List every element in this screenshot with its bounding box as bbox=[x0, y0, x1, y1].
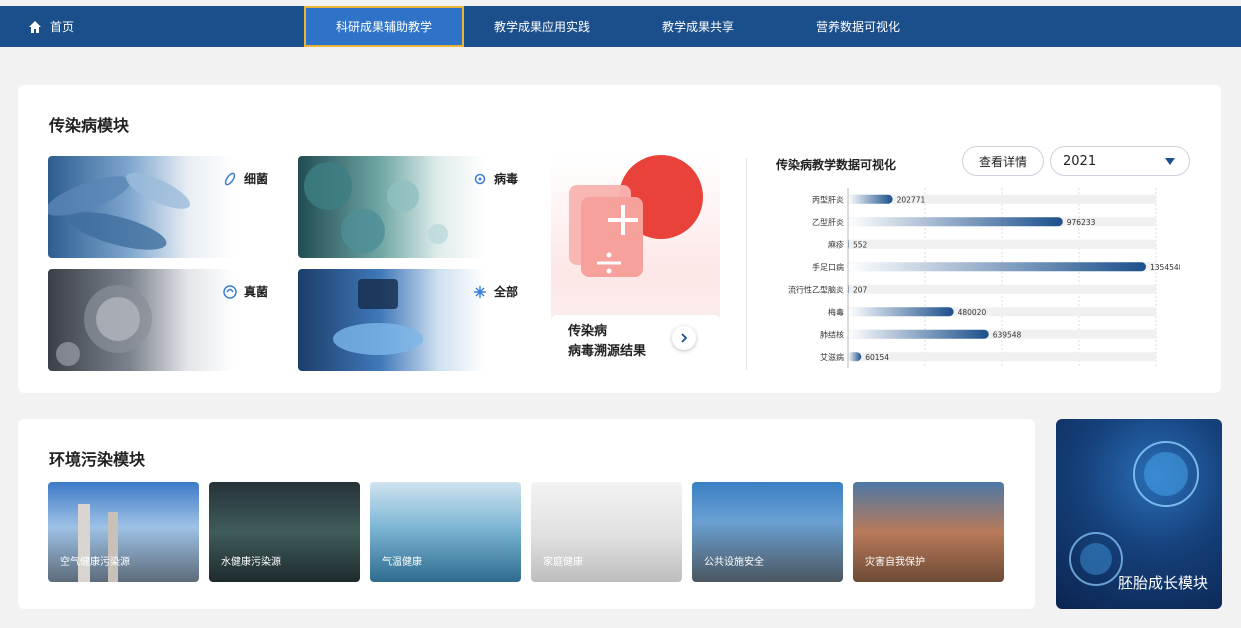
fungus-icon bbox=[223, 284, 237, 299]
category-label: 手足口病 bbox=[812, 262, 844, 272]
home-label: 首页 bbox=[50, 20, 75, 34]
nav-item-research[interactable]: 科研成果辅助教学 bbox=[304, 6, 464, 47]
chart-title: 传染病教学数据可视化 bbox=[776, 158, 897, 172]
embryo-label: 胚胎成长模块 bbox=[1117, 574, 1208, 592]
tile-virus[interactable]: 病毒 bbox=[298, 156, 532, 258]
tile-fungus[interactable]: 真菌 bbox=[48, 269, 282, 371]
caret-down-icon bbox=[1165, 158, 1175, 165]
infection-title: 传染病模块 bbox=[49, 116, 130, 135]
value-label: 60154 bbox=[865, 353, 889, 362]
env-tile-temperature[interactable]: 气温健康 bbox=[370, 482, 521, 582]
bar bbox=[848, 217, 1063, 227]
view-detail-button[interactable]: 查看详情 bbox=[962, 146, 1044, 176]
disease-bar-chart: 丙型肝炎 202771 乙型肝炎 976233 麻疹 552 手足口病 1354548 流行性乙… bbox=[788, 188, 1180, 368]
category-label: 梅毒 bbox=[828, 307, 844, 317]
tile-all[interactable]: 全部 bbox=[298, 269, 532, 371]
nav-item-practice[interactable]: 教学成果应用实践 bbox=[474, 6, 610, 47]
category-label: 流行性乙型脑炎 bbox=[788, 284, 844, 294]
bar-track bbox=[848, 194, 1156, 204]
category-label: 艾滋病 bbox=[820, 352, 844, 362]
tile-fungus-label: 真菌 bbox=[223, 283, 268, 300]
env-label-air: 空气健康污染源 bbox=[60, 557, 130, 568]
bar bbox=[848, 329, 989, 339]
env-label-water: 水健康污染源 bbox=[221, 557, 281, 568]
value-label: 639548 bbox=[993, 330, 1022, 339]
tile-bacteria-label: 细菌 bbox=[223, 170, 268, 187]
value-label: 1354548 bbox=[1150, 263, 1180, 272]
year-select[interactable]: 2021 bbox=[1050, 146, 1190, 176]
bar bbox=[848, 194, 893, 204]
tile-virus-label: 病毒 bbox=[473, 170, 518, 187]
environment-title: 环境污染模块 bbox=[49, 450, 146, 469]
category-label: 丙型肝炎 bbox=[812, 195, 844, 204]
env-tile-air[interactable]: 空气健康污染源 bbox=[48, 482, 199, 582]
embryo-module-card[interactable]: 胚胎成长模块 bbox=[1056, 419, 1222, 609]
bar-track bbox=[848, 284, 1156, 294]
tile-all-label: 全部 bbox=[473, 283, 518, 300]
home-icon bbox=[29, 20, 41, 33]
value-label: 207 bbox=[853, 285, 868, 294]
category-label: 乙型肝炎 bbox=[812, 218, 844, 227]
value-label: 552 bbox=[853, 240, 868, 249]
value-label: 480020 bbox=[958, 308, 987, 317]
bar bbox=[848, 307, 954, 317]
env-label-facility: 公共设施安全 bbox=[704, 557, 764, 568]
env-label-home: 家庭健康 bbox=[543, 557, 583, 568]
trace-text: 传染病 病毒溯源结果 bbox=[568, 322, 646, 362]
bar bbox=[848, 262, 1147, 272]
env-tile-water[interactable]: 水健康污染源 bbox=[209, 482, 360, 582]
category-label: 肺结核 bbox=[820, 329, 844, 339]
divider bbox=[746, 158, 747, 370]
tile-bacteria[interactable]: 细菌 bbox=[48, 156, 282, 258]
home-link[interactable]: 首页 bbox=[28, 6, 74, 47]
bar-track bbox=[848, 352, 1156, 362]
trace-arrow-button[interactable] bbox=[672, 326, 696, 350]
category-label: 麻疹 bbox=[828, 239, 844, 249]
bacteria-icon bbox=[224, 172, 236, 185]
env-tile-disaster[interactable]: 灾害自我保护 bbox=[853, 482, 1004, 582]
chevron-right-icon bbox=[681, 333, 688, 343]
top-nav: 首页 科研成果辅助教学 教学成果应用实践 教学成果共享 营养数据可视化 bbox=[0, 6, 1241, 47]
trace-line2: 病毒溯源结果 bbox=[568, 344, 647, 359]
nav-item-share[interactable]: 教学成果共享 bbox=[640, 6, 756, 47]
value-label: 976233 bbox=[1067, 218, 1096, 227]
env-label-disaster: 灾害自我保护 bbox=[865, 557, 925, 568]
env-tile-home[interactable]: 家庭健康 bbox=[531, 482, 682, 582]
env-label-temperature: 气温健康 bbox=[382, 557, 422, 568]
virus-icon bbox=[474, 173, 486, 184]
env-tile-facility[interactable]: 公共设施安全 bbox=[692, 482, 843, 582]
trace-line1: 传染病 bbox=[568, 324, 608, 339]
year-value: 2021 bbox=[1063, 153, 1097, 169]
bar bbox=[848, 352, 862, 362]
nav-item-nutrition[interactable]: 营养数据可视化 bbox=[790, 6, 926, 47]
value-label: 202771 bbox=[897, 195, 926, 204]
all-icon bbox=[473, 285, 486, 298]
bar-track bbox=[848, 239, 1156, 249]
